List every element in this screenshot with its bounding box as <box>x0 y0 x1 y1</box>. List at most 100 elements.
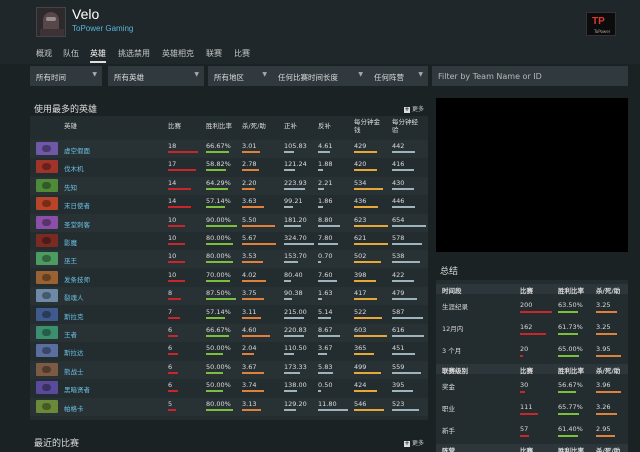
hero-row[interactable]: 斯拉达 6 50.00% 2.04 110.50 3.67 365 451 <box>30 342 428 360</box>
hero-name-link[interactable]: 斯拉达 <box>64 347 84 357</box>
hero-row[interactable]: 圣堂刺客 10 90.00% 5.50 181.20 8.80 623 654 <box>30 213 428 232</box>
hero-name-link[interactable]: 巫王 <box>64 255 77 265</box>
hero-row[interactable]: 影魔 10 80.00% 5.67 324.70 7.80 621 578 <box>30 232 428 250</box>
summary-kda-value: 3.25 <box>596 323 611 331</box>
hero-row[interactable]: 王者 6 66.67% 4.60 220.83 8.67 603 616 <box>30 324 428 342</box>
doom-icon[interactable] <box>36 197 58 211</box>
spirit-breaker-icon[interactable] <box>36 289 58 303</box>
column-header-denies[interactable]: 反补 <box>318 122 331 130</box>
tiny-icon[interactable] <box>36 326 58 339</box>
tab-6[interactable]: 比赛 <box>234 48 250 59</box>
faction-filter-value: 任何阵营 <box>374 73 404 82</box>
hero-row[interactable]: 黑暗贤者 6 50.00% 3.74 138.00 0.50 424 395 <box>30 379 428 397</box>
chevron-down-icon: ▼ <box>358 71 363 78</box>
summary-matches-value: 111 <box>520 403 533 411</box>
tab-0[interactable]: 概观 <box>36 48 52 59</box>
time-filter-value: 所有时间 <box>36 73 66 82</box>
video-player[interactable] <box>436 98 628 252</box>
hero-matches-bar <box>168 390 178 393</box>
hero-name-link[interactable]: 帕格卡 <box>64 403 84 413</box>
hero-name-link[interactable]: 伐木机 <box>64 163 84 173</box>
summary-header-cell: 胜利比率 <box>558 287 584 295</box>
team-filter-input[interactable] <box>432 66 628 86</box>
hero-name-link[interactable]: 影魔 <box>64 237 77 247</box>
team-link[interactable]: ToPower Gaming <box>72 24 133 33</box>
column-header-hero[interactable]: 英雄 <box>64 122 77 130</box>
hero-name-link[interactable]: 圣堂刺客 <box>64 219 90 229</box>
ursa-icon[interactable] <box>36 362 58 376</box>
hero-row[interactable]: 巫王 10 80.00% 3.53 153.70 0.70 502 538 <box>30 250 428 269</box>
column-header-matches[interactable]: 比赛 <box>168 122 181 130</box>
hero-name-link[interactable]: 虚空假面 <box>64 145 90 155</box>
hero-row[interactable]: 伐木机 17 58.82% 2.78 121.24 1.88 420 416 <box>30 158 428 176</box>
hero-gpm-value: 365 <box>354 344 367 353</box>
wraith-king-icon[interactable] <box>36 252 58 266</box>
hero-winrate-value: 64.29% <box>206 178 231 187</box>
templar-assassin-icon[interactable] <box>36 215 58 229</box>
hero-winrate-value: 70.00% <box>206 270 231 279</box>
hero-row[interactable]: 熊战士 6 50.00% 3.67 173.33 5.83 499 559 <box>30 360 428 379</box>
hero-name-link[interactable]: 裂魂人 <box>64 292 84 302</box>
column-header-kda[interactable]: 杀/死/助 <box>242 122 266 130</box>
heroes-more-button[interactable]: + 更多 <box>404 104 424 113</box>
pugna-icon[interactable] <box>36 399 58 413</box>
hero-lasthits-bar <box>284 151 294 153</box>
region-filter-select[interactable]: 所有地区 ▼ <box>208 66 272 86</box>
hero-row[interactable]: 斯拉克 7 57.14% 3.11 215.00 5.14 522 587 <box>30 306 428 324</box>
hero-matches-value: 10 <box>168 234 177 242</box>
slark-icon[interactable] <box>36 307 58 321</box>
column-header-xpm[interactable]: 每分钟经验 <box>392 118 422 134</box>
team-logo[interactable]: TP ToPower <box>586 12 616 36</box>
hero-name-link[interactable]: 末日使者 <box>64 200 90 210</box>
hero-kda-value: 4.02 <box>242 270 257 279</box>
tab-5[interactable]: 联赛 <box>206 48 222 59</box>
hero-row[interactable]: 帕格卡 5 80.00% 3.13 129.20 11.80 546 523 <box>30 397 428 416</box>
hero-row[interactable]: 先知 14 64.29% 2.20 223.93 2.21 534 430 <box>30 176 428 195</box>
slardar-icon[interactable] <box>36 344 58 358</box>
tab-4[interactable]: 英雄相克 <box>162 48 194 59</box>
clockwerk-icon[interactable] <box>36 270 58 284</box>
faction-filter-select[interactable]: 任何阵营 ▼ <box>368 66 428 86</box>
summary-kda-bar <box>596 355 621 357</box>
hero-matches-value: 6 <box>168 381 173 390</box>
duration-filter-select[interactable]: 任何比赛时间长度 ▼ <box>272 66 368 86</box>
tab-1[interactable]: 队伍 <box>63 48 79 59</box>
hero-row[interactable]: 虚空假面 18 66.67% 3.01 105.83 4.61 429 442 <box>30 140 428 158</box>
timbersaw-icon[interactable] <box>36 160 58 174</box>
column-header-gpm[interactable]: 每分钟金钱 <box>354 118 384 134</box>
shadow-fiend-icon[interactable] <box>36 234 58 247</box>
hero-row[interactable]: 裂魂人 8 87.50% 3.75 90.38 1.63 417 479 <box>30 287 428 306</box>
natures-prophet-icon[interactable] <box>36 178 58 192</box>
faceless-void-icon[interactable] <box>36 142 58 155</box>
hero-row[interactable]: 末日使者 14 57.14% 3.63 99.21 1.86 436 446 <box>30 195 428 213</box>
hero-denies-value: 8.67 <box>318 326 333 334</box>
column-header-lasthits[interactable]: 正补 <box>284 122 297 130</box>
summary-header-cell: 杀/死/助 <box>596 447 621 452</box>
hero-name-link[interactable]: 王者 <box>64 329 77 339</box>
hero-name-link[interactable]: 斯拉克 <box>64 311 84 321</box>
dark-seer-icon[interactable] <box>36 381 58 395</box>
summary-winrate-value: 61.73% <box>558 323 583 331</box>
hero-lasthits-bar <box>284 243 314 245</box>
summary-title: 总结 <box>440 267 459 277</box>
hero-row[interactable]: 发条技师 10 70.00% 4.02 80.40 7.60 398 422 <box>30 269 428 287</box>
hero-xpm-value: 451 <box>392 344 405 353</box>
summary-header-cell: 比赛 <box>520 367 533 375</box>
hero-filter-select[interactable]: 所有英雄 ▼ <box>108 66 204 86</box>
tab-2[interactable]: 英雄 <box>90 48 106 63</box>
hero-xpm-bar <box>392 353 415 356</box>
hero-name-link[interactable]: 黑暗贤者 <box>64 384 90 394</box>
summary-matches-bar <box>520 391 525 393</box>
recent-more-button[interactable]: + 更多 <box>404 438 424 447</box>
column-header-winrate[interactable]: 胜利比率 <box>206 122 232 130</box>
hero-winrate-bar <box>206 243 233 245</box>
chevron-down-icon: ▼ <box>418 71 423 78</box>
hero-name-link[interactable]: 先知 <box>64 182 77 192</box>
hero-name-link[interactable]: 发条技师 <box>64 274 90 284</box>
summary-header-cell: 比赛 <box>520 447 533 452</box>
summary-header-cell: 时间段 <box>442 287 462 295</box>
time-filter-select[interactable]: 所有时间 ▼ <box>30 66 102 86</box>
hero-kda-bar <box>242 151 260 153</box>
hero-name-link[interactable]: 熊战士 <box>64 366 84 376</box>
tab-3[interactable]: 挑选禁用 <box>118 48 150 59</box>
